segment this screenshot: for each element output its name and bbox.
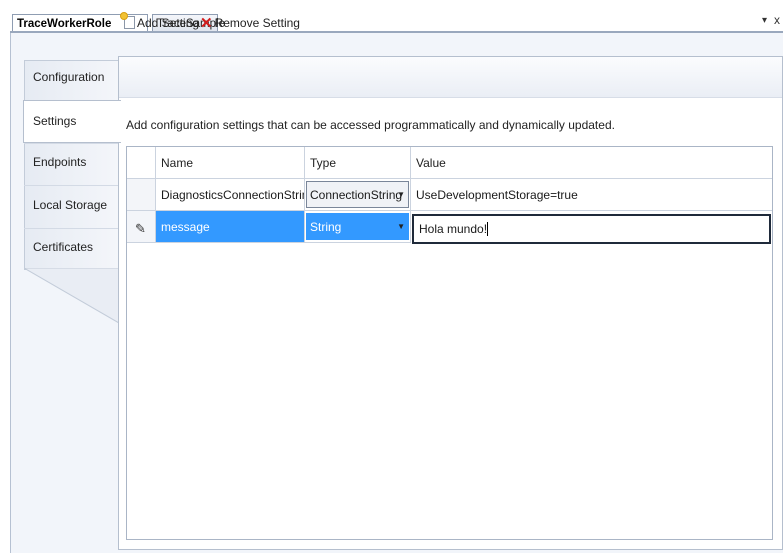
add-setting-button[interactable]: Add Setting (121, 13, 200, 32)
sidebar-tail-decoration (24, 268, 119, 324)
setting-name-cell[interactable]: message (156, 211, 305, 243)
sidebar-item-endpoints[interactable]: Endpoints (24, 142, 119, 185)
setting-value-cell[interactable]: UseDevelopmentStorage=true (411, 179, 772, 211)
setting-type-dropdown[interactable]: String ▼ (305, 211, 411, 243)
row-header[interactable] (127, 179, 156, 211)
settings-toolbar (119, 57, 782, 98)
text-cursor (487, 222, 489, 236)
sidebar-item-settings[interactable]: Settings (23, 100, 121, 143)
setting-name-cell[interactable]: DiagnosticsConnectionString (156, 179, 305, 211)
dropdown-arrow-icon[interactable]: ▼ (397, 214, 405, 240)
sidebar-item-certificates[interactable]: Certificates (24, 227, 119, 270)
column-header-type[interactable]: Type (305, 147, 411, 179)
remove-setting-label: Remove Setting (214, 16, 300, 30)
remove-setting-button[interactable]: ✕ Remove Setting (200, 14, 300, 32)
sidebar-item-local-storage[interactable]: Local Storage (24, 185, 119, 228)
close-tab-icon[interactable]: x (774, 13, 780, 27)
setting-type-value: ConnectionString (310, 188, 403, 202)
grid-corner-header (127, 147, 156, 179)
setting-type-dropdown[interactable]: ConnectionString ▼ (305, 179, 411, 211)
tab-list-dropdown-icon[interactable]: ▾ (762, 15, 767, 26)
new-item-icon (121, 13, 135, 29)
type-dropdown-box[interactable]: ConnectionString ▼ (306, 181, 409, 208)
setting-value-input[interactable]: Hola mundo! (412, 214, 771, 244)
setting-type-value: String (310, 220, 342, 234)
type-dropdown-box[interactable]: String ▼ (306, 213, 409, 240)
setting-value-text: Hola mundo! (419, 222, 488, 236)
edit-pencil-icon: ✎ (135, 221, 146, 236)
column-header-value[interactable]: Value (411, 147, 772, 179)
column-header-name[interactable]: Name (156, 147, 305, 179)
dropdown-arrow-icon[interactable]: ▼ (397, 182, 405, 208)
add-setting-label: Add Setting (137, 16, 200, 30)
settings-description: Add configuration settings that can be a… (126, 118, 615, 132)
sidebar-item-configuration[interactable]: Configuration (24, 57, 119, 100)
document-tab-strip: TraceWorkerRole [Role]* TraceSample ▾ x (0, 0, 783, 48)
red-x-icon: ✕ (200, 15, 213, 32)
